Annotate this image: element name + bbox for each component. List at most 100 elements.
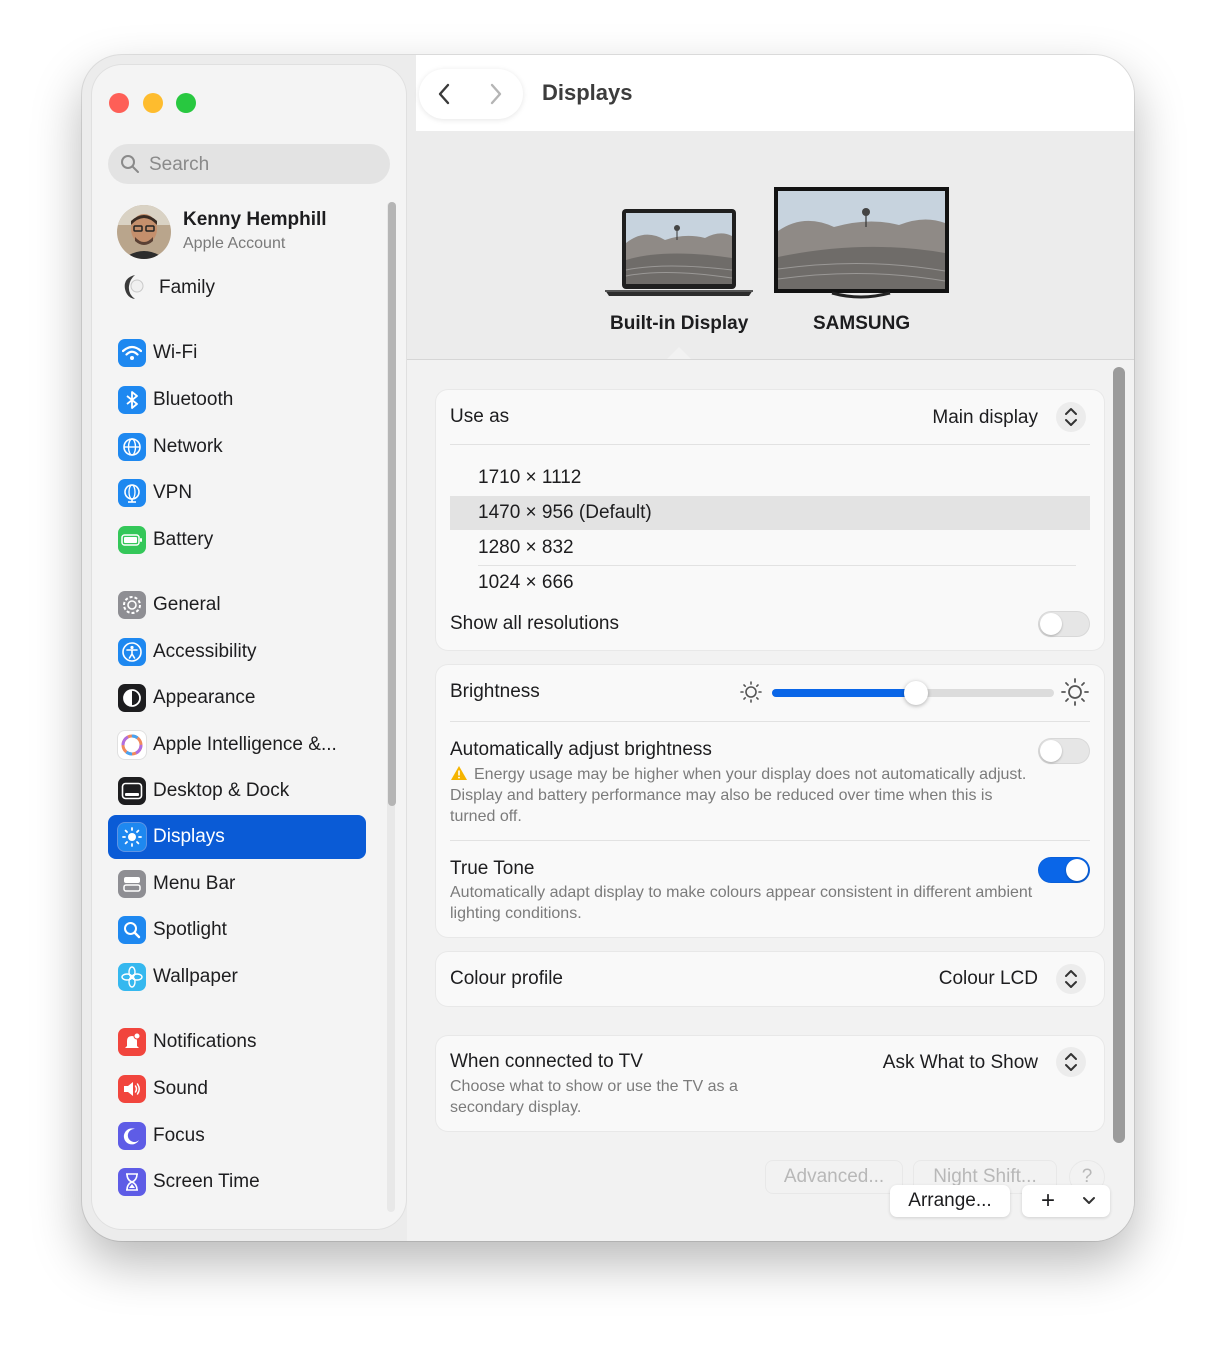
search-input[interactable]: Search xyxy=(108,144,390,184)
colour-profile-popup-button[interactable] xyxy=(1056,964,1086,994)
sidebar-item-label: Displays xyxy=(153,826,225,847)
menu-bar-icon xyxy=(118,870,146,898)
auto-brightness-label: Automatically adjust brightness xyxy=(450,739,712,760)
resolution-option[interactable]: 1710 × 1112 xyxy=(450,461,1090,495)
sidebar-item-label: Spotlight xyxy=(153,919,227,940)
resolution-label: 1470 × 956 (Default) xyxy=(478,502,652,523)
sidebar-item-menu-bar[interactable]: Menu Bar xyxy=(108,862,366,906)
samsung-display-label[interactable]: SAMSUNG xyxy=(813,313,910,335)
sidebar-item-accessibility[interactable]: Accessibility xyxy=(108,630,366,674)
settings-window: Search Kenny Hemphill Apple Account Fami… xyxy=(82,55,1134,1241)
sidebar-item-vpn[interactable]: VPN xyxy=(108,471,366,515)
builtin-display-label[interactable]: Built-in Display xyxy=(610,313,748,335)
resolution-option[interactable]: 1024 × 666 xyxy=(450,566,1090,600)
chevron-up-down-icon xyxy=(1065,970,1077,988)
sidebar-item-network[interactable]: Network xyxy=(108,425,366,469)
resolution-option[interactable]: 1280 × 832 xyxy=(450,531,1090,565)
dock-icon xyxy=(118,777,146,805)
sidebar-item-label: Battery xyxy=(153,529,214,550)
sidebar-item-label: Bluetooth xyxy=(153,389,234,410)
auto-brightness-toggle[interactable] xyxy=(1038,738,1090,764)
content-scrollbar[interactable] xyxy=(1113,367,1125,1143)
tv-popup-button[interactable] xyxy=(1056,1047,1086,1077)
sidebar-item-appearance[interactable]: Appearance xyxy=(108,676,366,720)
colour-profile-value[interactable]: Colour LCD xyxy=(939,968,1038,990)
resolution-label: 1710 × 1112 xyxy=(478,467,582,488)
back-button[interactable] xyxy=(433,81,457,112)
profile-name: Kenny Hemphill xyxy=(183,209,327,230)
chevron-up-down-icon xyxy=(1065,408,1077,426)
show-all-resolutions-toggle[interactable] xyxy=(1038,611,1090,637)
apple-account-item[interactable]: Kenny Hemphill Apple Account xyxy=(117,205,377,261)
samsung-display-thumbnail[interactable] xyxy=(774,187,949,299)
sidebar-item-battery[interactable]: Battery xyxy=(108,518,366,562)
minimize-window-button[interactable] xyxy=(143,93,163,113)
brightness-slider-fill xyxy=(772,689,916,697)
sidebar-item-label: Accessibility xyxy=(153,641,257,662)
add-display-menu[interactable]: + xyxy=(1022,1185,1110,1217)
sidebar-item-sound[interactable]: Sound xyxy=(108,1067,366,1111)
resolution-label: 1024 × 666 xyxy=(478,572,574,593)
sidebar-item-label: Apple Intelligence &... xyxy=(153,734,337,755)
bluetooth-icon xyxy=(118,386,146,414)
sun-large-icon xyxy=(1060,677,1090,712)
sidebar-item-wifi[interactable]: Wi-Fi xyxy=(108,331,366,375)
accessibility-icon xyxy=(118,638,146,666)
page-title: Displays xyxy=(542,80,633,105)
toolbar xyxy=(416,55,1134,131)
resolution-option-selected[interactable]: 1470 × 956 (Default) xyxy=(450,496,1090,530)
brightness-label: Brightness xyxy=(450,681,540,702)
profile-subtitle: Apple Account xyxy=(183,235,286,252)
sidebar-item-label: Network xyxy=(153,436,223,457)
brightness-card: Brightness Automatically adjust brightne… xyxy=(436,665,1104,937)
true-tone-toggle[interactable] xyxy=(1038,857,1090,883)
bell-icon xyxy=(118,1028,146,1056)
divider xyxy=(450,840,1090,841)
use-as-popup-button[interactable] xyxy=(1056,402,1086,432)
sidebar-item-wallpaper[interactable]: Wallpaper xyxy=(108,955,366,999)
forward-button[interactable] xyxy=(483,81,507,112)
sidebar-item-screen-time[interactable]: Screen Time xyxy=(108,1160,366,1204)
apple-intelligence-icon xyxy=(118,731,146,759)
zoom-window-button[interactable] xyxy=(176,93,196,113)
colour-profile-card: Colour profile Colour LCD xyxy=(436,952,1104,1006)
add-icon: + xyxy=(1040,1187,1055,1214)
use-as-value[interactable]: Main display xyxy=(932,407,1038,429)
sun-icon xyxy=(118,823,146,851)
selected-display-indicator xyxy=(667,347,691,359)
sidebar-item-notifications[interactable]: Notifications xyxy=(108,1020,366,1064)
sidebar-item-label: Family xyxy=(159,277,215,298)
hourglass-icon xyxy=(118,1168,146,1196)
sidebar-item-spotlight[interactable]: Spotlight xyxy=(108,908,366,952)
advanced-button[interactable]: Advanced... xyxy=(766,1161,902,1193)
builtin-display-thumbnail[interactable] xyxy=(605,208,753,298)
tv-description: Choose what to show or use the TV as a s… xyxy=(450,1078,738,1116)
appearance-icon xyxy=(118,684,146,712)
sidebar-item-label: Appearance xyxy=(153,687,256,708)
tv-card: When connected to TV Choose what to show… xyxy=(436,1036,1104,1131)
sidebar-item-general[interactable]: General xyxy=(108,583,366,627)
sidebar-item-label: Screen Time xyxy=(153,1171,260,1192)
close-window-button[interactable] xyxy=(109,93,129,113)
wifi-icon xyxy=(118,339,146,367)
battery-icon xyxy=(118,526,146,554)
sidebar-item-label: Sound xyxy=(153,1078,208,1099)
flower-icon xyxy=(118,963,146,991)
divider xyxy=(450,721,1090,722)
brightness-slider[interactable] xyxy=(772,681,1054,705)
sidebar-item-bluetooth[interactable]: Bluetooth xyxy=(108,378,366,422)
globe-icon xyxy=(118,433,146,461)
sidebar-scrollbar[interactable] xyxy=(388,202,396,806)
sidebar-item-focus[interactable]: Focus xyxy=(108,1114,366,1158)
arrange-button[interactable]: Arrange... xyxy=(890,1185,1010,1217)
sidebar-item-desktop-dock[interactable]: Desktop & Dock xyxy=(108,769,366,813)
tv-value[interactable]: Ask What to Show xyxy=(883,1052,1038,1074)
sidebar: Search Kenny Hemphill Apple Account Fami… xyxy=(92,65,406,1229)
colour-profile-label: Colour profile xyxy=(450,968,563,989)
search-placeholder: Search xyxy=(149,154,210,175)
brightness-slider-knob[interactable] xyxy=(903,681,928,705)
sidebar-item-family[interactable]: Family xyxy=(117,270,377,306)
sidebar-item-apple-intelligence[interactable]: Apple Intelligence &... xyxy=(108,723,366,767)
sidebar-item-displays[interactable]: Displays xyxy=(108,815,366,859)
chevron-up-down-icon xyxy=(1065,1053,1077,1071)
